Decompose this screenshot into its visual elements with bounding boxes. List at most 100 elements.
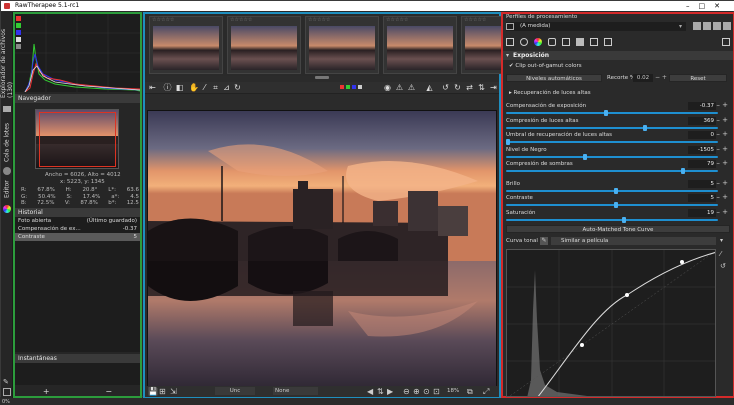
auto-tone-curve-button[interactable]: Auto-Matched Tone Curve	[506, 225, 730, 233]
control-value-input[interactable]: 19	[688, 209, 716, 217]
panel-settings-icon[interactable]	[722, 38, 730, 46]
crop-tool-icon[interactable]: ⌗	[211, 83, 220, 92]
new-window-icon[interactable]: ⧉	[467, 386, 473, 397]
rotate-left-icon[interactable]: ↺	[441, 83, 450, 92]
add-snapshot-button[interactable]: +	[43, 387, 50, 397]
tab-transform-icon[interactable]	[562, 38, 570, 46]
open-profile-icon[interactable]	[693, 22, 701, 30]
fullscreen-icon[interactable]: ⤢	[483, 386, 489, 397]
profile-dropdown-icon[interactable]: ▾	[679, 23, 682, 30]
sync-icon[interactable]: ⇅	[377, 386, 384, 397]
save-profile-icon[interactable]	[703, 22, 711, 30]
control-value-input[interactable]: 0	[688, 131, 716, 139]
slider-knob[interactable]	[680, 168, 685, 174]
control-stepper[interactable]: – +	[716, 179, 728, 187]
control-stepper[interactable]: – +	[716, 159, 728, 167]
section-expand-icon[interactable]: ▾	[506, 52, 509, 59]
filmstrip-thumbnail[interactable]: ☆☆☆☆☆	[149, 16, 223, 74]
next-image-icon[interactable]: ▶	[387, 386, 393, 397]
control-slider[interactable]	[506, 168, 718, 174]
control-value-input[interactable]: 5	[688, 194, 716, 202]
clip-warning-icon[interactable]: ⚠	[395, 83, 404, 92]
history-item[interactable]: Foto abierta (Último guardado)	[15, 217, 140, 225]
curve-edit-icon[interactable]: ✎	[540, 237, 548, 245]
control-stepper[interactable]: – +	[716, 116, 728, 124]
external-editor-icon[interactable]: ⇲	[170, 386, 177, 397]
clip-gamut-checkbox[interactable]: ✔ Clip out-of-gamut colors	[509, 63, 582, 69]
luminance-toggle-icon[interactable]	[16, 37, 21, 42]
main-preview[interactable]	[147, 110, 497, 392]
shadow-warning-icon[interactable]: ⚠	[407, 83, 416, 92]
control-stepper[interactable]: – +	[716, 130, 728, 138]
paste-profile-icon[interactable]	[723, 22, 731, 30]
filmstrip-thumbnail[interactable]: ☆☆☆☆☆	[305, 16, 379, 74]
blue-toggle-icon[interactable]	[16, 30, 21, 35]
clip-percent-input[interactable]: 0.02	[633, 74, 653, 82]
tab-file-browser[interactable]: Explorador de archivos (130)	[0, 26, 14, 98]
control-slider[interactable]	[506, 217, 718, 223]
auto-levels-button[interactable]: Niveles automáticos	[506, 74, 602, 82]
tab-color-icon[interactable]	[534, 38, 542, 46]
control-stepper[interactable]: – +	[716, 145, 728, 153]
tab-raw-icon[interactable]	[576, 38, 584, 46]
folder-icon[interactable]	[3, 106, 11, 112]
remove-snapshot-button[interactable]: −	[105, 387, 112, 397]
preset-combo[interactable]: None	[273, 387, 318, 395]
focus-mask-icon[interactable]: ◉	[383, 83, 392, 92]
rating-stars[interactable]: ☆☆☆☆☆	[150, 17, 222, 24]
slider-knob[interactable]	[506, 139, 510, 145]
control-value-input[interactable]: 79	[688, 160, 716, 168]
rating-stars[interactable]: ☆☆☆☆☆	[384, 17, 456, 24]
rating-stars[interactable]: ☆☆☆☆☆	[306, 17, 378, 24]
control-stepper[interactable]: – +	[716, 193, 728, 201]
control-stepper[interactable]: – +	[716, 101, 728, 109]
collapse-left-icon[interactable]: ⇤	[148, 83, 157, 92]
profile-combo[interactable]: Unc	[215, 387, 255, 395]
red-toggle-icon[interactable]	[16, 16, 21, 21]
control-value-input[interactable]: -1505	[688, 146, 716, 154]
slider-knob[interactable]	[614, 202, 619, 208]
tab-queue[interactable]: Cola de lotes	[2, 122, 12, 162]
flip-vertical-icon[interactable]: ⇅	[477, 83, 486, 92]
filmstrip-resize-handle[interactable]	[315, 76, 329, 79]
filmstrip-thumbnail[interactable]: ☆☆☆☆☆	[383, 16, 457, 74]
green-toggle-icon[interactable]	[16, 23, 21, 28]
tab-details-icon[interactable]	[520, 38, 528, 46]
control-slider[interactable]	[506, 110, 718, 116]
flip-horizontal-icon[interactable]: ⇄	[465, 83, 474, 92]
clip-percent-stepper[interactable]: − +	[655, 74, 667, 81]
control-value-input[interactable]: -0.37	[688, 102, 716, 110]
grid-icon[interactable]	[3, 388, 11, 396]
control-stepper[interactable]: – +	[716, 208, 728, 216]
red-channel-icon[interactable]	[340, 85, 344, 89]
rotate-icon[interactable]: ↻	[233, 83, 242, 92]
collapse-right-icon[interactable]: ⇥	[489, 83, 498, 92]
copy-profile-icon[interactable]	[713, 22, 721, 30]
previous-image-icon[interactable]: ◀	[367, 386, 373, 397]
zoom-in-icon[interactable]: ⊕	[413, 386, 420, 397]
exposure-section-header[interactable]: Exposición	[503, 51, 733, 60]
queue-add-icon[interactable]: ⊞	[159, 386, 166, 397]
zoom-out-icon[interactable]: ⊖	[403, 386, 410, 397]
slider-knob[interactable]	[603, 110, 608, 116]
rotate-right-icon[interactable]: ↻	[453, 83, 462, 92]
curve-reset-icon[interactable]: ↺	[720, 262, 726, 270]
control-value-input[interactable]: 5	[688, 180, 716, 188]
tab-advanced-icon[interactable]	[548, 38, 556, 46]
curve-picker-icon[interactable]: ⁄	[720, 250, 721, 258]
reset-button[interactable]: Reset	[669, 74, 727, 82]
straighten-icon[interactable]: ⊿	[222, 83, 231, 92]
zoom-fit-icon[interactable]: ⊡	[433, 386, 440, 397]
histogram-matching-icon[interactable]: ◭	[425, 83, 434, 92]
filmstrip-thumbnail[interactable]: ☆☆☆☆☆	[227, 16, 301, 74]
slider-knob[interactable]	[622, 217, 627, 223]
rating-stars[interactable]: ☆☆☆☆☆	[228, 17, 300, 24]
control-slider[interactable]	[506, 125, 718, 131]
window-controls[interactable]: –□✕	[686, 1, 729, 11]
luminance-channel-icon[interactable]	[358, 85, 362, 89]
profile-select[interactable]: (A medida)	[506, 22, 686, 31]
hand-tool-icon[interactable]: ✋	[189, 83, 199, 92]
control-slider[interactable]	[506, 188, 718, 194]
tab-metadata-icon[interactable]	[590, 38, 598, 46]
control-value-input[interactable]: 369	[688, 117, 716, 125]
